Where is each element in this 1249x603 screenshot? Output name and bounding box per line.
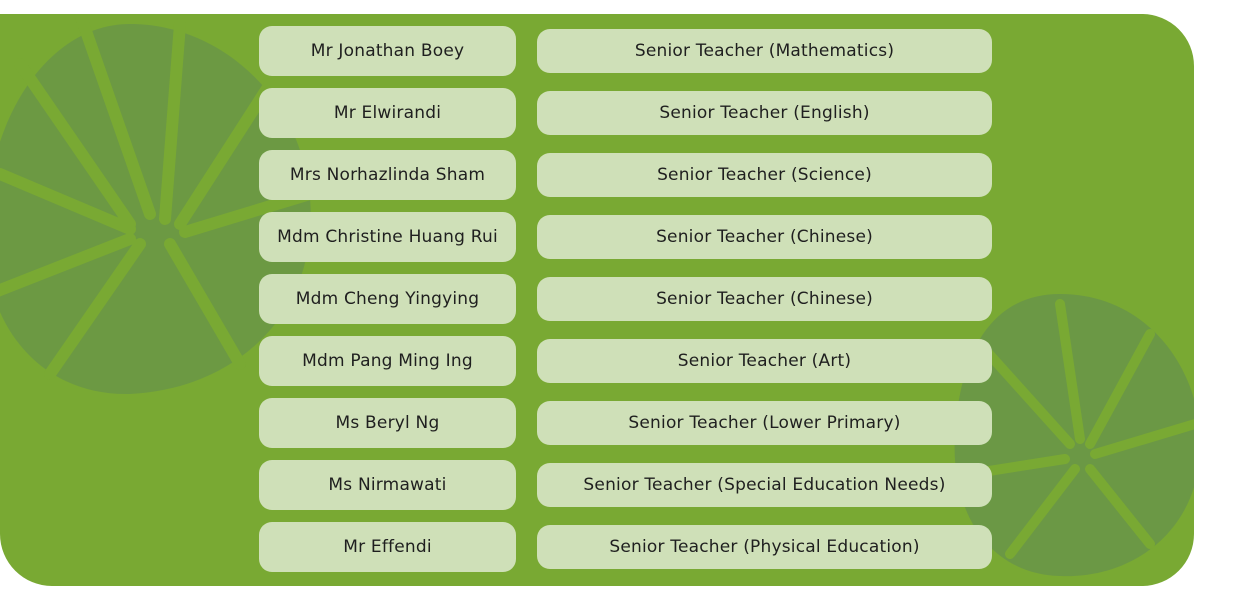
staff-role: Senior Teacher (Chinese) <box>537 215 992 259</box>
staff-name: Mrs Norhazlinda Sham <box>259 150 516 200</box>
staff-name: Mdm Pang Ming Ing <box>259 336 516 386</box>
staff-panel: Mr Jonathan Boey Senior Teacher (Mathema… <box>0 14 1194 586</box>
staff-role: Senior Teacher (Physical Education) <box>537 525 992 569</box>
staff-name: Mdm Christine Huang Rui <box>259 212 516 262</box>
staff-name: Mr Effendi <box>259 522 516 572</box>
staff-role: Senior Teacher (Special Education Needs) <box>537 463 992 507</box>
staff-name: Ms Beryl Ng <box>259 398 516 448</box>
staff-name: Mdm Cheng Yingying <box>259 274 516 324</box>
staff-role: Senior Teacher (Lower Primary) <box>537 401 992 445</box>
staff-role: Senior Teacher (Science) <box>537 153 992 197</box>
staff-role: Senior Teacher (Mathematics) <box>537 29 992 73</box>
staff-name: Mr Elwirandi <box>259 88 516 138</box>
staff-role: Senior Teacher (English) <box>537 91 992 135</box>
staff-name: Ms Nirmawati <box>259 460 516 510</box>
staff-name: Mr Jonathan Boey <box>259 26 516 76</box>
staff-role: Senior Teacher (Chinese) <box>537 277 992 321</box>
staff-role: Senior Teacher (Art) <box>537 339 992 383</box>
